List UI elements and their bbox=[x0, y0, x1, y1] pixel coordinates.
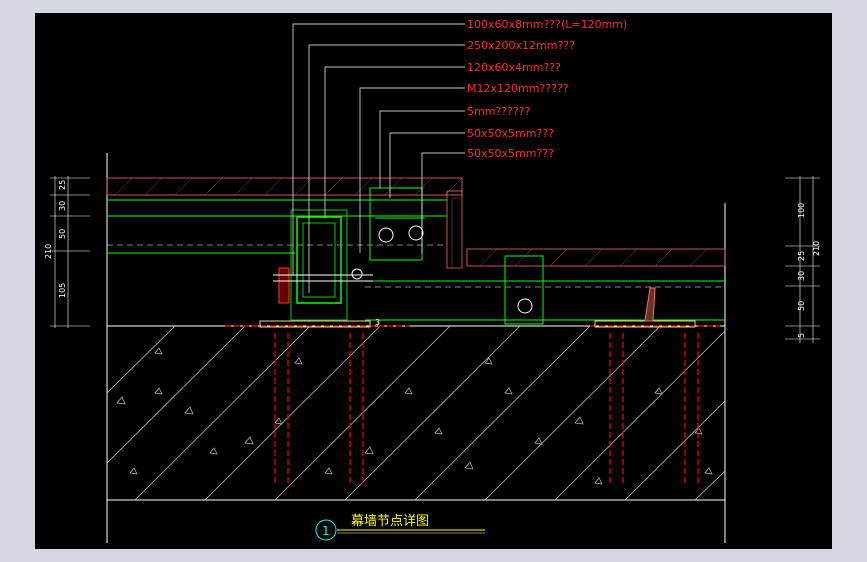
dim-right-30: 30 bbox=[797, 271, 806, 281]
cad-viewport[interactable]: 100x60x8mm???(L=120mm) 250x200x12mm??? 1… bbox=[35, 13, 832, 549]
dim-left-total: 210 bbox=[44, 244, 53, 259]
concrete-slab bbox=[106, 153, 726, 543]
title-number: 1 bbox=[322, 524, 330, 538]
dim-right-5: 5 bbox=[797, 333, 806, 338]
material-labels: 100x60x8mm???(L=120mm) 250x200x12mm??? 1… bbox=[467, 18, 627, 160]
label-6: 50x50x5mm??? bbox=[467, 127, 554, 140]
dim-right-25: 25 bbox=[797, 251, 806, 261]
dim-right-50: 50 bbox=[797, 301, 806, 311]
steel-structure bbox=[107, 187, 725, 328]
dim-left-50: 50 bbox=[58, 229, 67, 239]
anchor-bolts bbox=[225, 325, 720, 483]
dim-left-30: 30 bbox=[58, 201, 67, 211]
label-7: 50x50x5mm??? bbox=[467, 147, 554, 160]
title-text: 幕墙节点详图 bbox=[351, 514, 429, 529]
dim-left-25: 25 bbox=[58, 180, 67, 190]
dim-left-105: 105 bbox=[58, 283, 67, 298]
label-3: 120x60x4mm??? bbox=[467, 61, 561, 74]
dim-right-100: 100 bbox=[797, 203, 806, 218]
stone-panel-left bbox=[106, 177, 463, 269]
stone-panel-right bbox=[466, 248, 726, 267]
dim-inner-3: 3 bbox=[375, 318, 380, 327]
dim-right-total: 210 bbox=[812, 241, 821, 256]
leader-lines bbox=[292, 23, 465, 293]
label-2: 250x200x12mm??? bbox=[467, 39, 575, 52]
label-1: 100x60x8mm???(L=120mm) bbox=[467, 18, 627, 31]
label-5: 5mm?????? bbox=[467, 105, 531, 118]
curtain-wall-node-drawing: 100x60x8mm???(L=120mm) 250x200x12mm??? 1… bbox=[44, 18, 821, 543]
label-4: M12x120mm????? bbox=[467, 82, 569, 95]
dimensions-left bbox=[50, 176, 90, 328]
drawing-title: 1 幕墙节点详图 bbox=[315, 514, 485, 541]
